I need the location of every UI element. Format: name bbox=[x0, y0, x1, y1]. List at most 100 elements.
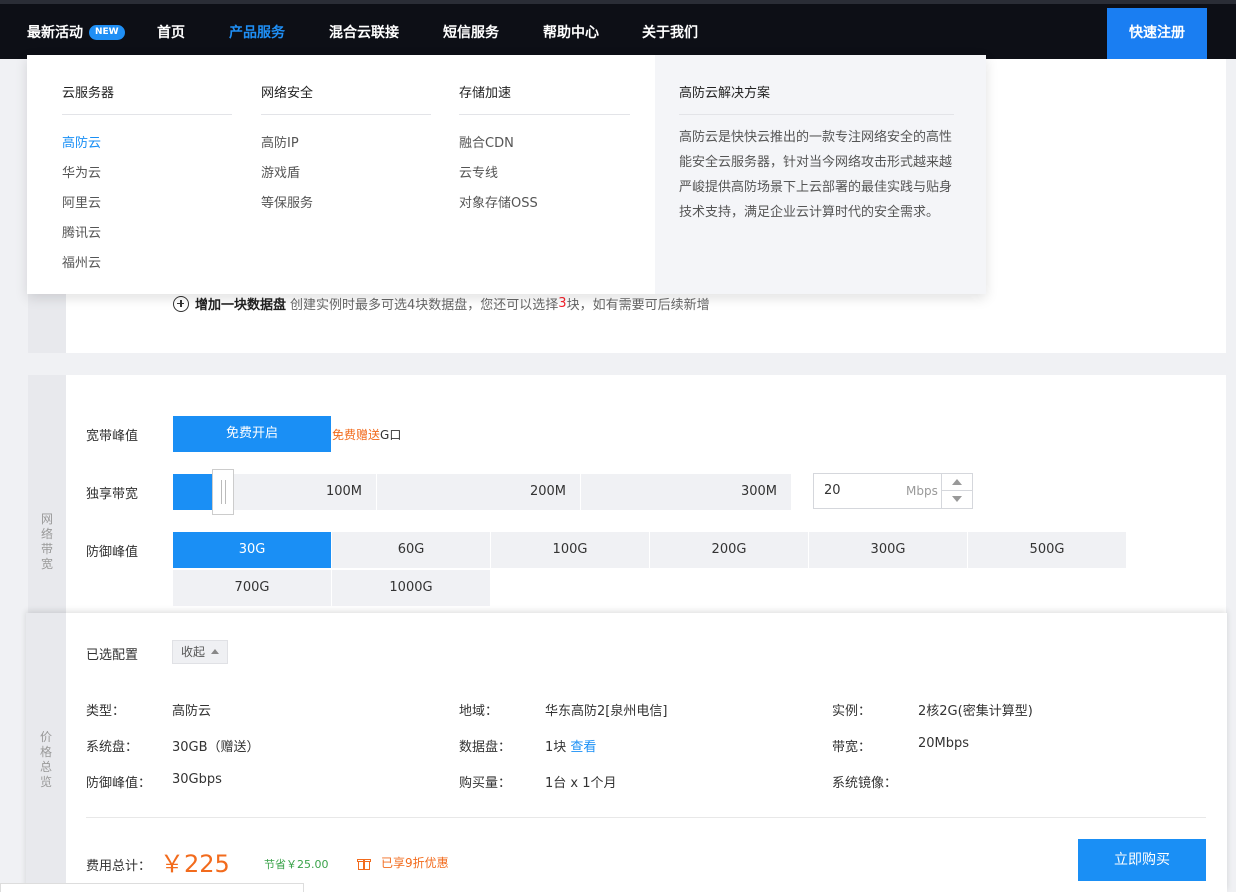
menu-col-divider bbox=[459, 114, 630, 115]
side-char: 总 bbox=[39, 760, 52, 774]
add-data-disk[interactable]: 增加一块数据盘 创建实例时最多可选4块数据盘，您还可以选择 3 块，如有需要可后续新… bbox=[173, 294, 710, 313]
summary-image-key: 系统镜像： bbox=[832, 776, 898, 791]
discount-label: 已享9折优惠 bbox=[381, 856, 449, 870]
menu-item-gaofang-cloud[interactable]: 高防云 bbox=[62, 132, 101, 151]
nav-products[interactable]: 产品服务 bbox=[229, 8, 285, 59]
nav-about[interactable]: 关于我们 bbox=[642, 8, 698, 59]
side-char: 络 bbox=[40, 527, 53, 541]
nav-latest-label: 最新活动 bbox=[27, 25, 83, 41]
nav-sms[interactable]: 短信服务 bbox=[443, 8, 499, 59]
free-enable-button[interactable]: 免费开启 bbox=[173, 416, 331, 452]
datadisk-count: 1块 bbox=[545, 740, 567, 755]
summary-region-value: 华东高防2[泉州电信] bbox=[545, 704, 668, 719]
bandwidth-value[interactable]: 20 bbox=[824, 474, 841, 508]
side-char: 格 bbox=[39, 745, 52, 759]
nav-hybrid-cloud[interactable]: 混合云联接 bbox=[329, 8, 399, 59]
savings-note: 节省￥25.00 bbox=[264, 858, 329, 871]
bandwidth-peak-label: 宽带峰值 bbox=[86, 429, 139, 444]
menu-item-mlps-service[interactable]: 等保服务 bbox=[261, 192, 313, 211]
slider-handle[interactable] bbox=[212, 469, 234, 515]
view-datadisk-link[interactable]: 查看 bbox=[570, 740, 596, 755]
menu-item-dedicated-line[interactable]: 云专线 bbox=[459, 162, 498, 181]
summary-sysdisk-value: 30GB（赠送） bbox=[172, 740, 260, 755]
exclusive-bandwidth-label: 独享带宽 bbox=[86, 487, 139, 502]
summary-divider bbox=[86, 817, 1206, 818]
bandwidth-stepper[interactable]: 20 Mbps bbox=[813, 473, 973, 509]
menu-item-huawei-cloud[interactable]: 华为云 bbox=[62, 162, 101, 181]
side-char: 带 bbox=[40, 542, 53, 556]
side-char: 价 bbox=[39, 730, 52, 744]
menu-item-tencent-cloud[interactable]: 腾讯云 bbox=[62, 222, 101, 241]
defense-option[interactable]: 1000G bbox=[332, 570, 490, 606]
side-char: 网 bbox=[40, 512, 53, 526]
products-dropdown: 云服务器 高防云 华为云 阿里云 腾讯云 福州云 网络安全 高防IP 游戏盾 等… bbox=[27, 55, 986, 294]
summary-type-value: 高防云 bbox=[172, 704, 212, 719]
new-badge: NEW bbox=[89, 24, 125, 40]
defense-option[interactable]: 100G bbox=[491, 532, 649, 568]
summary-side-tab: 价 格 总 览 bbox=[26, 613, 66, 892]
menu-col-title-storage: 存储加速 bbox=[459, 86, 512, 101]
discount-note: 已享9折优惠 bbox=[357, 854, 449, 871]
defense-peak-label: 防御峰值 bbox=[86, 545, 139, 560]
summary-type-key: 类型： bbox=[86, 704, 126, 719]
register-button[interactable]: 快速注册 bbox=[1107, 8, 1207, 59]
defense-option[interactable]: 30G bbox=[173, 532, 331, 568]
slider-fill bbox=[173, 474, 214, 510]
stepper-arrows bbox=[941, 474, 972, 508]
collapse-button[interactable]: 收起 bbox=[172, 640, 228, 664]
defense-option[interactable]: 300G bbox=[809, 532, 967, 568]
summary-datadisk-value: 1块 查看 bbox=[545, 736, 596, 755]
menu-item-fuzhou-cloud[interactable]: 福州云 bbox=[62, 252, 101, 271]
menu-item-cdn[interactable]: 融合CDN bbox=[459, 132, 514, 151]
total-price: ￥225 bbox=[160, 850, 230, 878]
nav-help[interactable]: 帮助中心 bbox=[543, 8, 599, 59]
bandwidth-slider[interactable]: 100M 200M 300M bbox=[173, 469, 791, 515]
summary-instance-value: 2核2G(密集计算型) bbox=[918, 704, 1033, 719]
caret-up-icon bbox=[211, 649, 219, 654]
defense-option[interactable]: 500G bbox=[968, 532, 1126, 568]
slider-mark: 200M bbox=[377, 474, 581, 510]
solution-description: 高防云是快快云推出的一款专注网络安全的高性能安全云服务器，针对当今网络攻击形式越… bbox=[679, 130, 953, 220]
stepper-up-button[interactable] bbox=[942, 474, 972, 491]
nav-home[interactable]: 首页 bbox=[157, 8, 185, 59]
menu-col-divider bbox=[679, 114, 954, 115]
buy-now-button[interactable]: 立即购买 bbox=[1078, 839, 1206, 881]
menu-col-divider bbox=[261, 114, 431, 115]
side-char: 宽 bbox=[40, 557, 53, 571]
defense-option[interactable]: 200G bbox=[650, 532, 808, 568]
summary-datadisk-key: 数据盘： bbox=[459, 740, 512, 755]
summary-region-key: 地域： bbox=[459, 704, 499, 719]
add-disk-label: 增加一块数据盘 bbox=[195, 298, 287, 313]
side-char: 览 bbox=[39, 775, 52, 789]
stepper-down-button[interactable] bbox=[942, 491, 972, 508]
menu-item-oss[interactable]: 对象存储OSS bbox=[459, 192, 538, 211]
menu-col-divider bbox=[62, 114, 232, 115]
defense-option[interactable]: 700G bbox=[173, 570, 331, 606]
summary-sysdisk-key: 系统盘： bbox=[86, 740, 139, 755]
summary-quantity-key: 购买量： bbox=[459, 776, 512, 791]
disk-hint-end: 块，如有需要可后续新增 bbox=[566, 298, 710, 313]
defense-option[interactable]: 60G bbox=[332, 532, 490, 568]
disk-remaining-count: 3 bbox=[558, 296, 567, 311]
summary-defense-key: 防御峰值： bbox=[86, 776, 152, 791]
menu-item-gaofang-ip[interactable]: 高防IP bbox=[261, 132, 299, 151]
solution-title: 高防云解决方案 bbox=[679, 86, 771, 101]
plus-circle-icon bbox=[173, 295, 189, 312]
bandwidth-unit: Mbps bbox=[906, 484, 938, 498]
top-nav: 最新活动 NEW 首页 产品服务 混合云联接 短信服务 帮助中心 关于我们 快速注… bbox=[0, 0, 1236, 59]
free-note-rest: G口 bbox=[380, 428, 402, 442]
slider-mark: 100M bbox=[233, 474, 377, 510]
collapse-label: 收起 bbox=[181, 645, 206, 659]
gift-icon bbox=[357, 856, 371, 870]
total-label: 费用总计： bbox=[86, 859, 152, 874]
network-side-tab: 网 络 带 宽 bbox=[28, 375, 66, 615]
disk-hint: 创建实例时最多可选4块数据盘，您还可以选择 bbox=[290, 298, 559, 313]
menu-item-aliyun[interactable]: 阿里云 bbox=[62, 192, 101, 211]
menu-item-game-shield[interactable]: 游戏盾 bbox=[261, 162, 300, 181]
selected-config-title: 已选配置 bbox=[86, 648, 139, 663]
free-note: 免费赠送G口 bbox=[332, 426, 401, 443]
caret-down-icon bbox=[952, 496, 962, 502]
nav-latest[interactable]: 最新活动 NEW bbox=[27, 8, 125, 59]
bottom-popup-edge bbox=[0, 883, 304, 892]
menu-col-title-cloud-servers: 云服务器 bbox=[62, 86, 115, 101]
